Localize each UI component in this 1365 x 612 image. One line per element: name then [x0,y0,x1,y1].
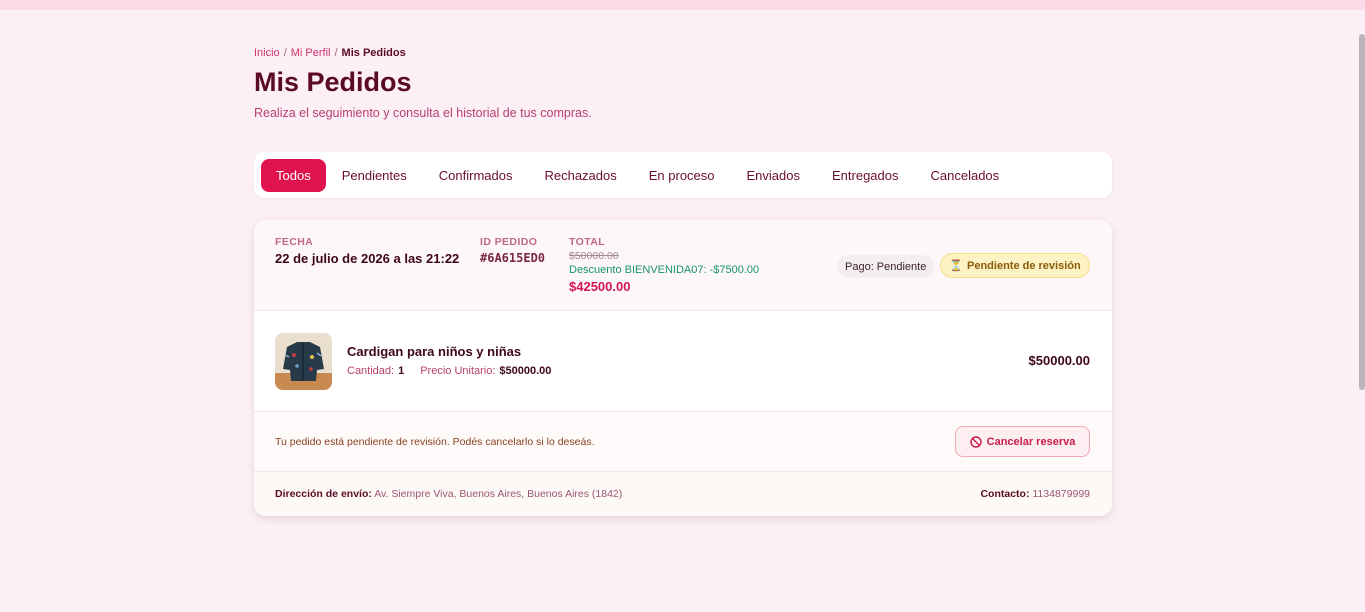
contact-value: 1134879999 [1032,488,1090,500]
shipping-address-label: Dirección de envío: [275,488,372,500]
page-scrollbar[interactable] [1359,34,1365,390]
tab-entregados[interactable]: Entregados [816,160,915,191]
order-header: FECHA 22 de julio de 2026 a las 21:22 ID… [254,220,1112,311]
order-status-text: Pendiente de revisión [967,259,1081,272]
order-original-total: $50000.00 [569,250,619,262]
product-thumbnail[interactable] [275,333,332,390]
page-subtitle: Realiza el seguimiento y consulta el his… [254,106,592,120]
breadcrumb-current: Mis Pedidos [341,47,406,59]
page-title: Mis Pedidos [254,67,412,97]
breadcrumb-link-inicio[interactable]: Inicio [254,47,280,59]
order-date-value: 22 de julio de 2026 a las 21:22 [275,251,460,266]
quantity-label: Cantidad: [347,365,395,377]
item-line-total: $50000.00 [1028,353,1090,368]
contact-label: Contacto: [980,488,1030,500]
contact-info: Contacto: 1134879999 [980,488,1090,500]
tab-en-proceso[interactable]: En proceso [633,160,731,191]
breadcrumb-link-mi-perfil[interactable]: Mi Perfil [291,47,331,59]
cancel-reservation-label: Cancelar reserva [986,435,1076,448]
breadcrumb-separator: / [283,47,287,59]
order-id-value: #6A615ED0 [480,251,546,265]
tab-rechazados[interactable]: Rechazados [528,160,632,191]
tab-pendientes[interactable]: Pendientes [326,160,423,191]
order-discount: Descuento BIENVENIDA07: -$7500.00 [569,264,760,276]
tab-enviados[interactable]: Enviados [731,160,816,191]
cancel-reservation-button[interactable]: Cancelar reserva [955,426,1090,457]
order-status-tabs: Todos Pendientes Confirmados Rechazados … [254,152,1112,198]
order-date-label: FECHA [275,236,314,248]
order-item-row: Cardigan para niños y niñas Cantidad: 1 … [254,311,1112,412]
order-total-label: TOTAL [569,236,606,248]
unit-price-label: Precio Unitario: [420,365,496,377]
tab-cancelados[interactable]: Cancelados [915,160,1016,191]
shipping-address: Dirección de envío: Av. Siempre Viva, Bu… [275,488,622,500]
payment-status-badge: Pago: Pendiente [837,255,935,278]
tab-todos[interactable]: Todos [261,158,326,192]
quantity-value: 1 [398,365,405,377]
breadcrumb-separator: / [334,47,338,59]
hourglass-icon: ⏳ [949,260,963,272]
pending-review-notice: Tu pedido está pendiente de revisión. Po… [275,436,595,448]
order-id-label: ID PEDIDO [480,236,538,248]
shipping-address-value: Av. Siempre Viva, Buenos Aires, Buenos A… [374,488,623,500]
order-card: FECHA 22 de julio de 2026 a las 21:22 ID… [254,220,1112,516]
unit-price-value: $50000.00 [499,365,552,377]
prohibited-icon [969,435,982,448]
top-strip [0,0,1365,10]
order-notice-row: Tu pedido está pendiente de revisión. Po… [254,412,1112,472]
order-footer: Dirección de envío: Av. Siempre Viva, Bu… [254,472,1112,516]
order-final-total: $42500.00 [569,279,631,294]
product-name[interactable]: Cardigan para niños y niñas [347,344,521,359]
breadcrumb: Inicio / Mi Perfil / Mis Pedidos [254,47,406,59]
order-status-badge: ⏳ Pendiente de revisión [940,253,1090,278]
product-meta: Cantidad: 1 Precio Unitario: $50000.00 [347,365,551,377]
tab-confirmados[interactable]: Confirmados [423,160,529,191]
